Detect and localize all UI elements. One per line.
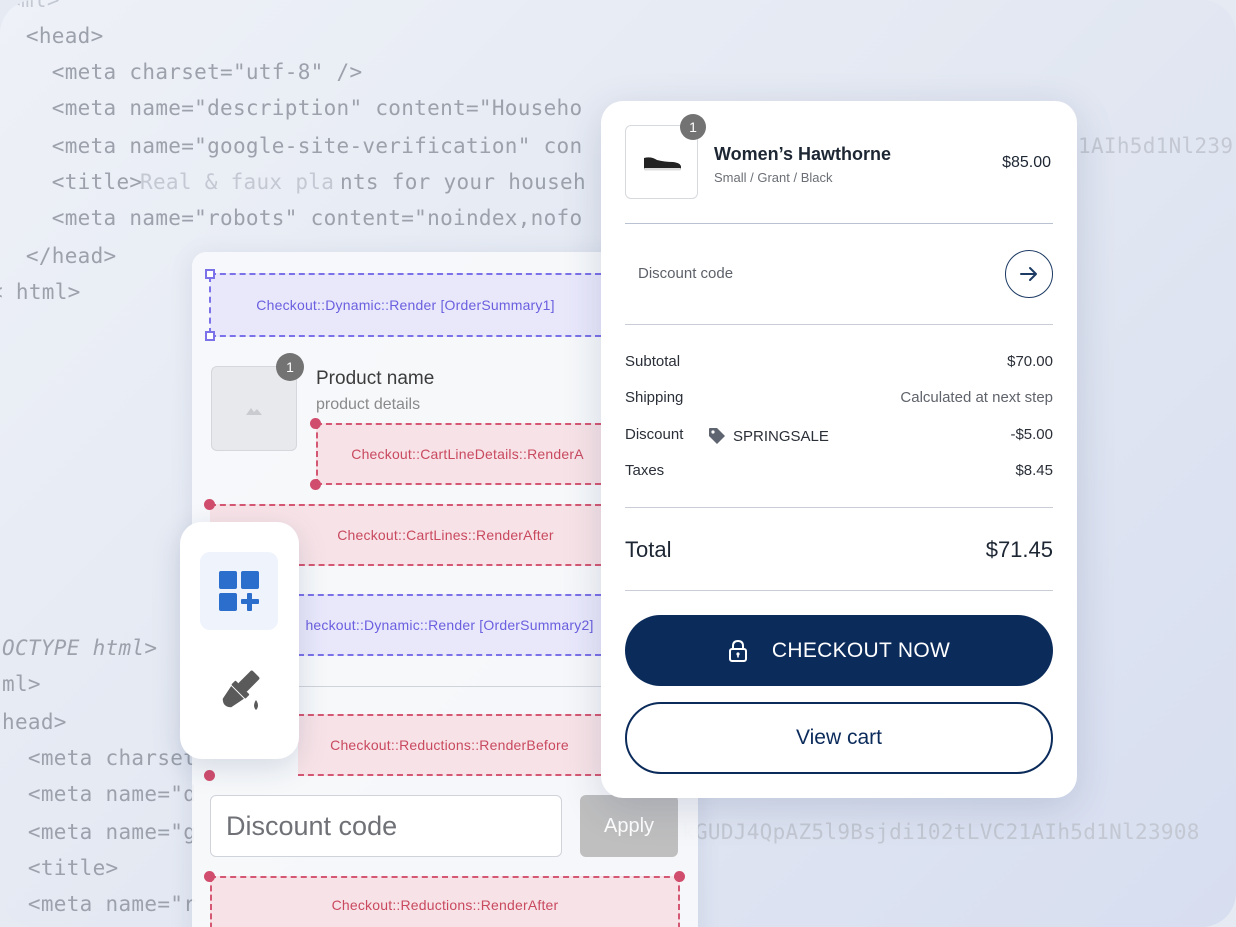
extension-zone-order-summary-2[interactable]: heckout::Dynamic::Render [OrderSummary2]: [298, 594, 601, 656]
lock-icon: [728, 639, 747, 662]
apply-button[interactable]: Apply: [580, 795, 678, 857]
code-line: <meta name="google-site-verification" co…: [0, 134, 583, 158]
code-line: <ml>: [8, 0, 60, 12]
shipping-label: Shipping: [625, 389, 684, 406]
code-line: <meta name="d: [2, 782, 197, 806]
zone-label: Checkout::CartLineDetails::RenderA: [351, 446, 584, 462]
taxes-value: $8.45: [1015, 462, 1053, 479]
apply-discount-button[interactable]: [1005, 250, 1053, 298]
code-line: <title>: [0, 170, 143, 194]
code-line: head>: [2, 710, 67, 734]
extension-zone-order-summary-1[interactable]: Checkout::Dynamic::Render [OrderSummary1…: [210, 273, 601, 337]
zone-label: Checkout::Reductions::RenderBefore: [330, 737, 569, 753]
zone-label: Checkout::Dynamic::Render [OrderSummary1…: [256, 297, 555, 313]
quantity-badge: 1: [680, 114, 706, 140]
zone-label: heckout::Dynamic::Render [OrderSummary2]: [305, 617, 594, 633]
code-line: kGUDJ4QpAZ5l9Bsjdi102tLVC21AIh5d1Nl23908: [682, 820, 1200, 844]
quantity-badge: 1: [276, 353, 304, 381]
zone-handle[interactable]: [674, 871, 685, 882]
zone-handle[interactable]: [310, 418, 321, 429]
subtotal-label: Subtotal: [625, 353, 681, 370]
checkout-now-button[interactable]: CHECKOUT NOW: [625, 615, 1053, 686]
code-line: <meta charset="utf-8" />: [0, 60, 363, 84]
arrow-right-icon: [1020, 267, 1037, 281]
divider: [625, 324, 1053, 325]
add-block-icon: [219, 571, 259, 611]
image-icon: [246, 407, 262, 415]
discount-value: -$5.00: [1010, 426, 1053, 443]
tag-icon: [709, 428, 725, 444]
total-value: $71.45: [985, 537, 1053, 562]
code-line: 1AIh5d1Nl239: [1078, 134, 1234, 158]
code-line: nts for your househ: [340, 170, 586, 194]
code-line: <meta name="g: [2, 820, 197, 844]
tool-palette: [180, 522, 299, 759]
discount-code: SPRINGSALE: [733, 427, 829, 445]
paint-brush-icon: [222, 670, 260, 710]
order-summary-card: 1 Women’s Hawthorne Small / Grant / Blac…: [601, 101, 1077, 798]
style-tool[interactable]: [200, 652, 278, 730]
total-label: Total: [625, 537, 672, 562]
discount-label: Discount: [625, 426, 684, 443]
code-line: <head>: [0, 24, 104, 48]
divider: [625, 590, 1053, 591]
code-line: </head>: [0, 244, 117, 268]
code-line: < html>: [0, 280, 81, 304]
zone-label: Checkout::Reductions::RenderAfter: [331, 897, 559, 913]
view-cart-button[interactable]: View cart: [625, 702, 1053, 774]
discount-code-tag: SPRINGSALE: [707, 426, 829, 446]
code-line: OCTYPE html>: [2, 636, 158, 660]
zone-handle[interactable]: [310, 479, 321, 490]
extension-zone-reductions-after[interactable]: Checkout::Reductions::RenderAfter: [210, 876, 680, 927]
checkout-label: CHECKOUT NOW: [771, 638, 951, 662]
code-line: <meta name="robots" content="noindex,nof…: [0, 206, 583, 230]
extension-zone-cart-line-details[interactable]: Checkout::CartLineDetails::RenderA: [316, 423, 601, 485]
shipping-value: Calculated at next step: [900, 389, 1053, 406]
resize-handle[interactable]: [205, 331, 215, 341]
product-details: product details: [316, 396, 421, 413]
code-line: Real & faux pla: [140, 170, 335, 194]
code-line: <meta name="description" content="Househ…: [0, 96, 583, 120]
code-line: <meta charset: [2, 746, 197, 770]
zone-handle[interactable]: [204, 499, 215, 510]
extension-zone-reductions-before[interactable]: Checkout::Reductions::RenderBefore: [298, 714, 601, 776]
zone-handle[interactable]: [204, 770, 215, 781]
taxes-label: Taxes: [625, 462, 665, 479]
zone-label: Checkout::CartLines::RenderAfter: [337, 527, 554, 543]
divider: [625, 507, 1053, 508]
add-block-tool[interactable]: [200, 552, 278, 630]
subtotal-value: $70.00: [1007, 353, 1053, 370]
divider: [625, 223, 1053, 224]
item-title: Women’s Hawthorne: [714, 144, 892, 164]
resize-handle[interactable]: [205, 269, 215, 279]
discount-code-input[interactable]: Discount code: [210, 795, 562, 857]
code-line: <meta name="r: [2, 892, 197, 916]
discount-code-field[interactable]: Discount code: [638, 265, 733, 282]
shoe-icon: [643, 157, 681, 171]
code-line: ml>: [2, 672, 41, 696]
zone-edge: [209, 276, 211, 334]
item-price: $85.00: [1002, 154, 1051, 171]
product-name: Product name: [316, 368, 435, 389]
item-variant: Small / Grant / Black: [714, 170, 833, 185]
code-line: <title>: [2, 856, 119, 880]
zone-handle[interactable]: [204, 871, 215, 882]
